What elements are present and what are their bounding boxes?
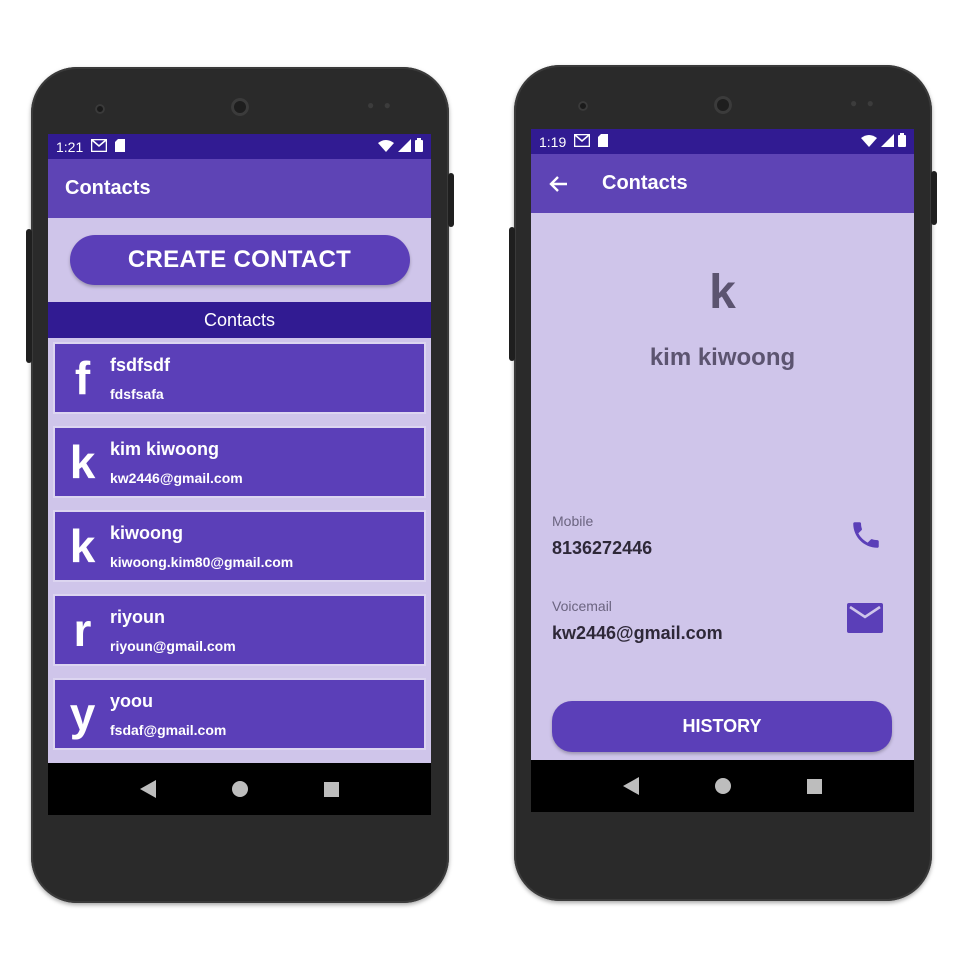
contact-list-item[interactable]: k kiwoong kiwoong.kim80@gmail.com [53, 510, 426, 582]
earpiece-speaker [231, 98, 249, 116]
power-button [448, 173, 454, 227]
status-time: 1:21 [56, 138, 84, 155]
app-bar-title: Contacts [602, 172, 688, 194]
status-bar: 1:19 [531, 129, 914, 154]
mobile-field: Mobile 8136272446 [552, 513, 893, 559]
create-contact-button[interactable]: CREATE CONTACT [69, 235, 410, 285]
front-camera [578, 101, 588, 111]
proximity-sensors: ● ● [367, 98, 394, 112]
battery-icon [898, 133, 906, 150]
status-time: 1:19 [539, 133, 567, 150]
app-bar-title: Contacts [65, 177, 151, 199]
system-nav-bar [48, 763, 431, 815]
contact-email: riyoun@gmail.com [110, 637, 236, 654]
contact-name: riyoun [110, 606, 166, 627]
contact-email: fdsfsafa [110, 385, 164, 402]
history-button[interactable]: HISTORY [552, 701, 892, 752]
contact-initial: k [69, 520, 96, 572]
left-screen: 1:21 Contacts CREATE CONTACT Contacts f … [48, 134, 431, 815]
sd-card-icon [115, 138, 126, 155]
battery-icon [415, 138, 423, 155]
contacts-section-header: Contacts [48, 302, 431, 338]
right-screen: 1:19 Contacts k kim kiwoong Mobile 81362… [531, 129, 914, 812]
recents-icon[interactable] [807, 778, 822, 794]
contact-name: kiwoong [110, 522, 183, 543]
mobile-label: Mobile [552, 513, 594, 529]
contact-initial: k [69, 436, 96, 488]
gmail-icon [573, 133, 591, 150]
signal-icon [881, 133, 894, 150]
right-phone-frame: ● ● 1:19 Contacts k kim kiwoong Mobile 8… [509, 65, 937, 901]
home-icon[interactable] [715, 778, 731, 794]
back-icon[interactable] [140, 780, 156, 798]
contact-initial: f [74, 352, 91, 404]
contact-email: kw2446@gmail.com [110, 469, 243, 486]
contact-list-item[interactable]: y yoou fsdaf@gmail.com [53, 678, 426, 750]
gmail-icon [90, 138, 108, 155]
contact-email: fsdaf@gmail.com [110, 721, 227, 738]
contact-list-item[interactable]: r riyoun riyoun@gmail.com [53, 594, 426, 666]
earpiece-speaker [714, 96, 732, 114]
back-icon[interactable] [623, 777, 639, 795]
contact-name: yoou [110, 690, 153, 711]
voicemail-field: Voicemail kw2446@gmail.com [552, 598, 893, 644]
proximity-sensors: ● ● [850, 96, 877, 110]
contact-list-item[interactable]: f fsdfsdf fdsfsafa [53, 342, 426, 414]
create-contact-area: CREATE CONTACT [48, 218, 431, 302]
volume-button [509, 227, 515, 361]
back-arrow-icon[interactable] [548, 175, 568, 193]
contact-initial: y [69, 688, 96, 740]
phone-icon[interactable] [849, 518, 883, 557]
contact-initial: k [709, 266, 736, 319]
recents-icon[interactable] [324, 781, 339, 797]
volume-button [26, 229, 32, 363]
front-camera [95, 104, 105, 114]
contact-name: kim kiwoong [110, 438, 220, 459]
contact-name: fsdfsdf [110, 354, 170, 375]
signal-icon [398, 138, 411, 155]
contact-email: kiwoong.kim80@gmail.com [110, 553, 294, 570]
contact-list-item[interactable]: k kim kiwoong kw2446@gmail.com [53, 426, 426, 498]
power-button [931, 171, 937, 225]
voicemail-label: Voicemail [552, 598, 612, 614]
left-phone-frame: ● ● 1:21 Contacts CREATE CONTACT Contact… [26, 67, 454, 903]
mobile-value: 8136272446 [552, 538, 653, 558]
home-icon[interactable] [232, 781, 248, 797]
app-bar: Contacts [48, 159, 431, 218]
contact-name: kim kiwoong [649, 344, 796, 371]
voicemail-value: kw2446@gmail.com [552, 623, 723, 643]
sd-card-icon [598, 133, 609, 150]
wifi-icon [378, 139, 394, 155]
status-bar: 1:21 [48, 134, 431, 159]
app-bar: Contacts [531, 154, 914, 213]
mail-icon[interactable] [847, 603, 883, 638]
contact-list: f fsdfsdf fdsfsafa k kim kiwoong kw2446@… [48, 338, 431, 750]
contact-initial: r [73, 604, 92, 656]
system-nav-bar [531, 760, 914, 812]
wifi-icon [861, 134, 877, 150]
